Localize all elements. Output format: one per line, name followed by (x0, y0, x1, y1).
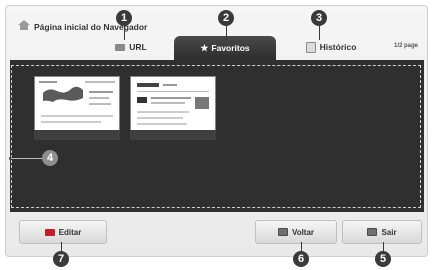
callout-7: 7 (53, 251, 69, 267)
tab-favoritos[interactable]: ★ Favoritos (174, 36, 276, 60)
tab-url-label: URL (129, 42, 147, 52)
back-button[interactable]: Voltar (255, 220, 337, 244)
callout-3: 3 (311, 10, 327, 26)
callout-line (11, 158, 43, 159)
back-button-label: Voltar (291, 227, 315, 237)
callout-4: 4 (42, 150, 58, 166)
tab-historico-label: Histórico (319, 42, 357, 52)
exit-button-label: Sair (381, 227, 397, 237)
thumbnail-caption-bar (130, 130, 216, 140)
top-bar: Página inicial do Navegador URL ★ Favori… (6, 6, 426, 60)
exit-button[interactable]: Sair (342, 220, 422, 244)
callout-2: 2 (218, 10, 234, 26)
favorites-grid[interactable] (11, 65, 421, 208)
favorites-panel (10, 60, 424, 212)
page-preview-2 (131, 77, 215, 131)
page-indicator: 1/2 page (394, 43, 419, 49)
callout-line (226, 24, 227, 40)
url-icon (115, 43, 126, 51)
callout-line (319, 24, 320, 40)
back-key-icon (277, 228, 288, 236)
callout-5: 5 (375, 251, 391, 267)
callout-1: 1 (116, 10, 132, 26)
page-preview-1 (35, 77, 119, 131)
tab-favoritos-label: Favoritos (211, 43, 250, 53)
callout-line (124, 24, 125, 40)
edit-button[interactable]: Editar (19, 220, 107, 244)
page-title: Página inicial do Navegador (34, 22, 148, 32)
exit-key-icon (367, 228, 378, 236)
edit-button-label: Editar (58, 227, 82, 237)
tab-url[interactable]: URL (96, 36, 166, 58)
thumbnail-caption-bar (34, 130, 120, 140)
tab-historico[interactable]: Histórico (276, 36, 386, 58)
home-icon (18, 20, 30, 30)
callout-6: 6 (293, 251, 309, 267)
red-key-icon (44, 228, 55, 236)
favorite-thumbnail[interactable] (34, 76, 120, 132)
star-icon: ★ (200, 42, 209, 53)
history-icon (305, 41, 316, 53)
favorite-thumbnail[interactable] (130, 76, 216, 132)
